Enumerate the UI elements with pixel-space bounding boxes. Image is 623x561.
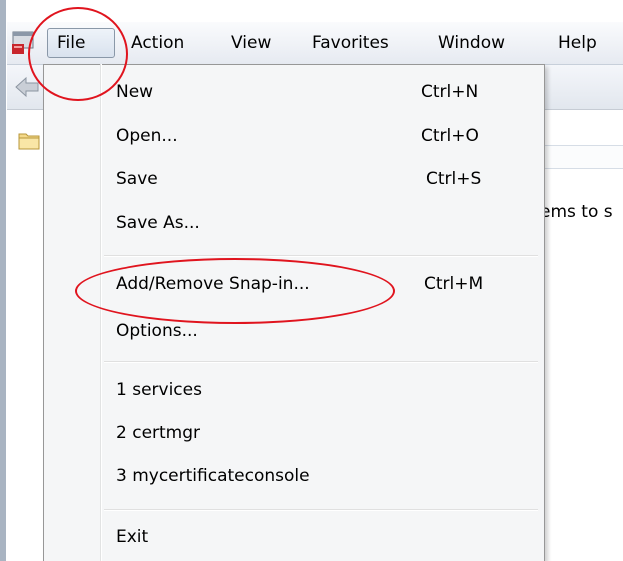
menu-item-shortcut: Ctrl+O — [421, 126, 479, 146]
menu-item-recent-2[interactable]: 2 certmgr — [45, 417, 541, 451]
menu-item-label: Save — [116, 169, 158, 189]
menu-item-add-remove-snapin[interactable]: Add/Remove Snap-in... Ctrl+M — [45, 268, 541, 302]
menu-item-label: Add/Remove Snap-in... — [116, 274, 310, 294]
menu-item-label: 2 certmgr — [116, 423, 201, 443]
menu-item-recent-1[interactable]: 1 services — [45, 374, 541, 408]
menu-item-save-as[interactable]: Save As... — [45, 207, 541, 241]
menu-item-save[interactable]: Save Ctrl+S — [45, 163, 541, 197]
menu-item-options[interactable]: Options... — [45, 315, 541, 349]
menu-help[interactable]: Help — [549, 28, 606, 58]
menu-item-label: Exit — [116, 527, 149, 547]
menu-separator — [104, 509, 538, 511]
menu-item-open[interactable]: Open... Ctrl+O — [45, 120, 541, 154]
menu-favorites[interactable]: Favorites — [303, 28, 398, 58]
menu-item-label: Open... — [116, 126, 178, 146]
menu-item-label: New — [116, 82, 154, 102]
menu-item-shortcut: Ctrl+S — [426, 169, 482, 189]
menu-file[interactable]: File — [47, 28, 115, 58]
menu-item-exit[interactable]: Exit — [45, 521, 541, 555]
folder-icon[interactable] — [18, 130, 40, 150]
menu-item-new[interactable]: New Ctrl+N — [45, 76, 541, 110]
menu-item-shortcut: Ctrl+M — [424, 274, 484, 294]
menu-item-label: 1 services — [116, 380, 202, 400]
menu-item-label: Options... — [116, 321, 198, 341]
mmc-app-icon[interactable] — [12, 30, 36, 56]
menu-separator — [104, 361, 538, 363]
menu-separator — [104, 255, 538, 257]
column-header — [540, 145, 623, 169]
menu-item-recent-3[interactable]: 3 mycertificateconsole — [45, 460, 541, 494]
menu-action[interactable]: Action — [122, 28, 193, 58]
menu-item-shortcut: Ctrl+N — [421, 82, 479, 102]
menu-window[interactable]: Window — [429, 28, 514, 58]
menu-view[interactable]: View — [222, 28, 280, 58]
menu-item-label: Save As... — [116, 213, 200, 233]
content-text: ems to s — [540, 202, 613, 222]
menu-item-label: 3 mycertificateconsole — [116, 466, 310, 486]
back-arrow-icon[interactable] — [14, 74, 40, 100]
